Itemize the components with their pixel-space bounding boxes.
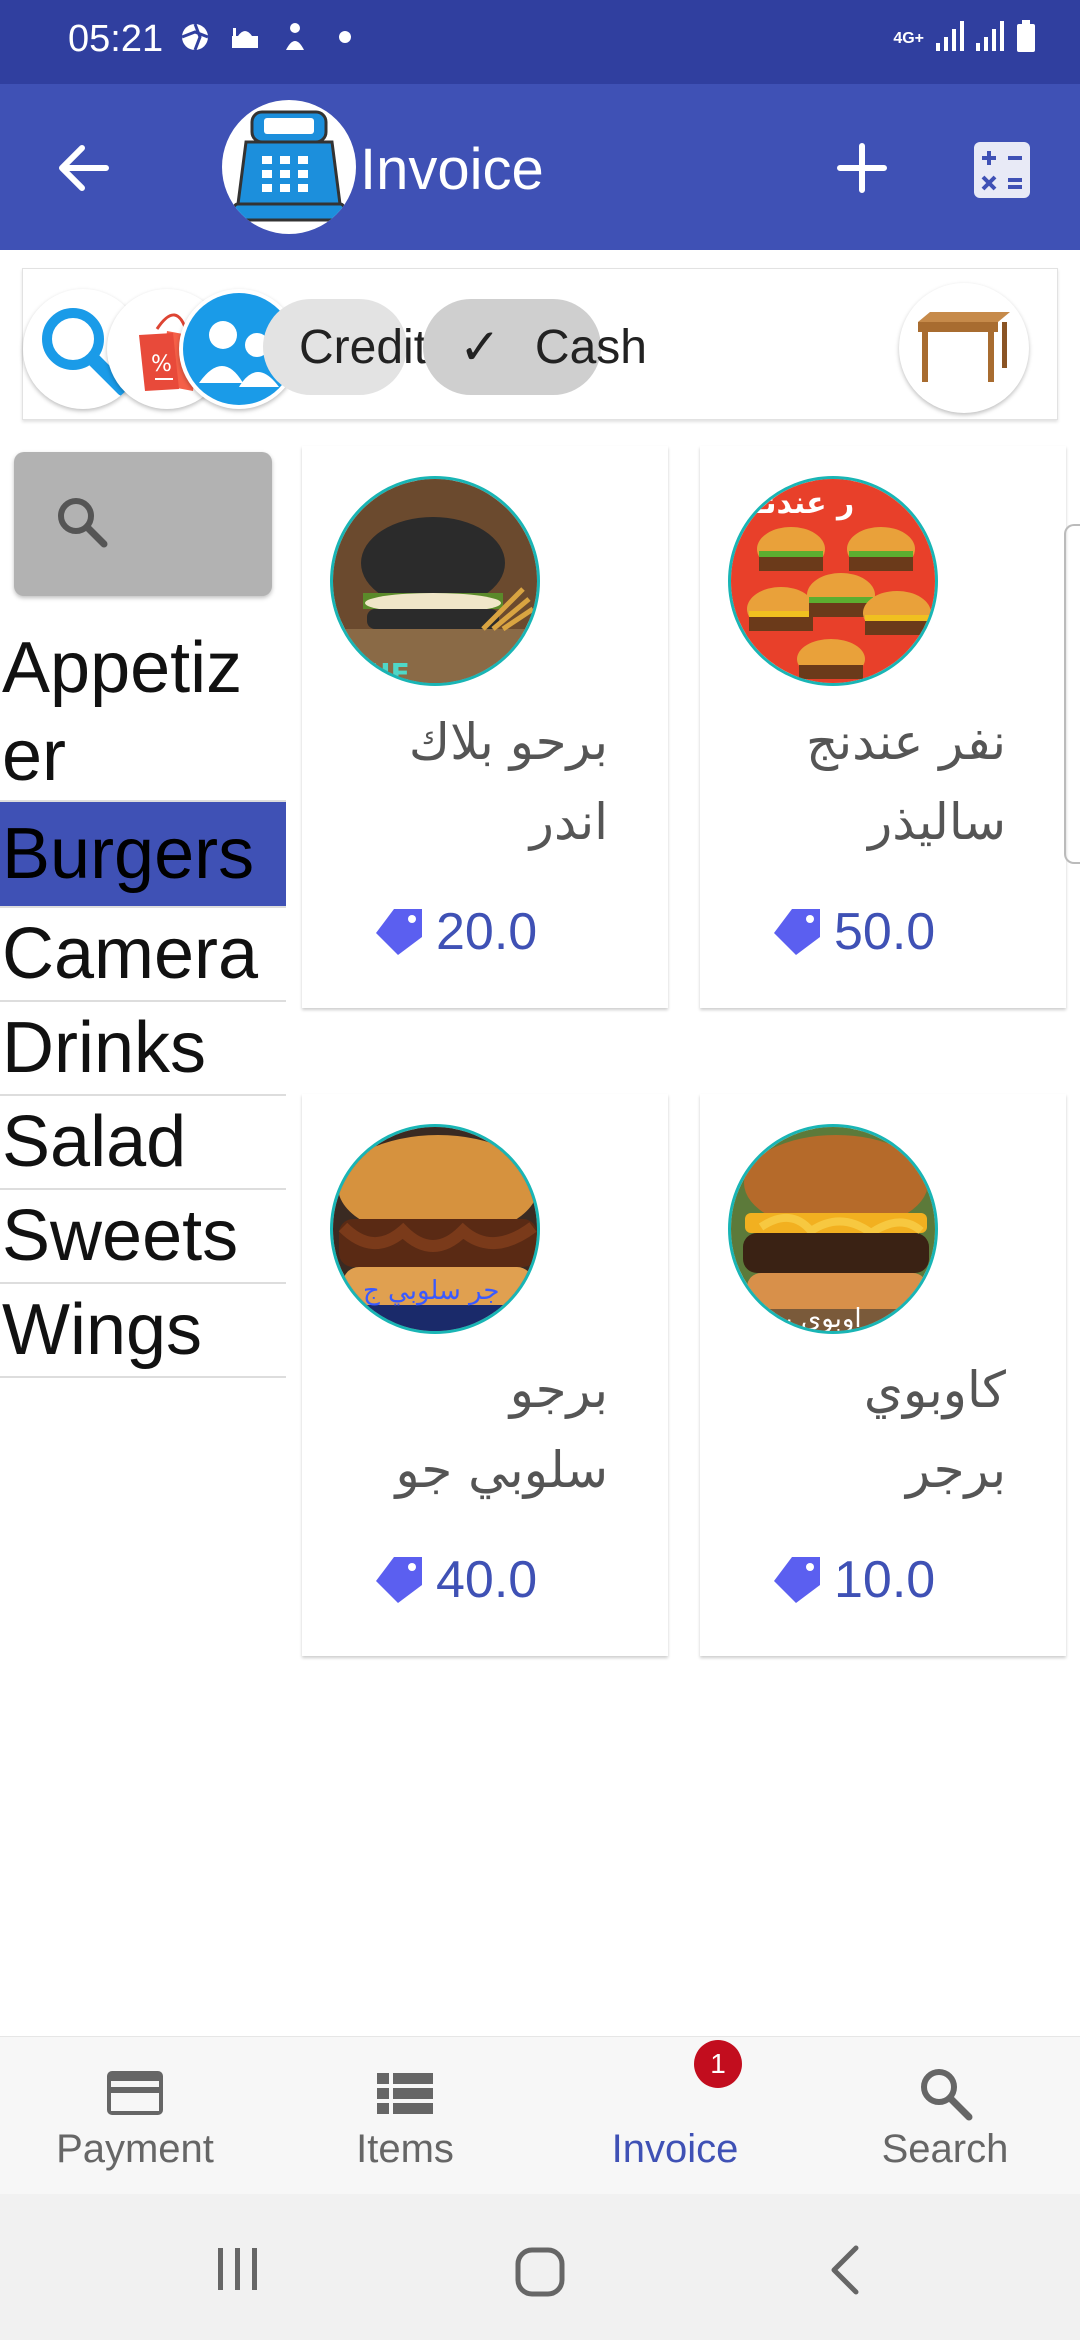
category-label-appetizer-line2: er bbox=[2, 716, 67, 796]
product-card[interactable]: ر عندنـ نفر عندنج ساليذر 50.0 bbox=[700, 446, 1066, 1008]
add-button[interactable] bbox=[830, 136, 894, 200]
product-name-line1: برجو bbox=[509, 1361, 608, 1419]
product-name-line2: سلوبي جو bbox=[395, 1441, 609, 1499]
status-bar: 05:21 4G+ bbox=[0, 0, 1080, 84]
signal-icon bbox=[936, 21, 964, 56]
product-card[interactable]: LUE برحو بلاك اندر 20.0 bbox=[302, 446, 668, 1008]
arrow-left-icon bbox=[59, 145, 109, 191]
nav-payment[interactable]: Payment bbox=[0, 2037, 270, 2195]
nav-invoice[interactable]: Invoice bbox=[540, 2037, 810, 2195]
recent-apps-icon[interactable] bbox=[214, 2246, 262, 2292]
product-name-line1: برحو بلاك bbox=[408, 713, 608, 771]
price-tag-icon bbox=[376, 909, 422, 955]
cash-register-icon bbox=[223, 101, 355, 233]
app-logo bbox=[222, 100, 356, 234]
product-name-line1: كاوبوي bbox=[863, 1361, 1006, 1419]
invoice-badge: 1 bbox=[694, 2040, 742, 2088]
network-label: 4G+ bbox=[893, 29, 924, 47]
app-bar: Invoice bbox=[0, 84, 1080, 250]
product-image: ر عندنـ bbox=[728, 476, 938, 686]
table-icon bbox=[918, 312, 1010, 382]
nav-payment-label: Payment bbox=[56, 2127, 214, 2171]
category-item-wings[interactable]: Wings bbox=[0, 1284, 286, 1378]
product-image-overlay: اوبوي بر bbox=[769, 1304, 862, 1334]
price-tag-icon bbox=[774, 909, 820, 955]
product-image-overlay: ر عندنـ bbox=[754, 486, 854, 521]
signal-icon-2 bbox=[976, 21, 1004, 56]
cash-chip-label: Cash bbox=[534, 320, 647, 374]
product-price-value: 20.0 bbox=[436, 903, 538, 961]
product-name: نفر عندنج ساليذر bbox=[746, 702, 1006, 862]
home-icon[interactable] bbox=[514, 2246, 566, 2298]
back-button[interactable] bbox=[52, 136, 116, 200]
category-item-drinks[interactable]: Drinks bbox=[0, 1002, 286, 1096]
category-list: Appetiz er Burgers Camera Drinks Salad S… bbox=[0, 624, 286, 1378]
product-name-line2: ساليذر bbox=[868, 793, 1006, 851]
svg-text:%: % bbox=[151, 352, 172, 377]
search-icon bbox=[58, 498, 108, 548]
calculator-icon bbox=[974, 142, 1030, 198]
nav-items-label: Items bbox=[356, 2127, 454, 2171]
price-tag-icon bbox=[774, 1557, 820, 1603]
cash-chip[interactable]: ✓ Cash bbox=[423, 299, 647, 395]
category-item-appetizer[interactable]: Appetiz er bbox=[0, 624, 286, 802]
bottom-nav: Payment Items Invoice Search bbox=[0, 2036, 1080, 2194]
product-image-overlay: جر سلوبي ج bbox=[363, 1276, 499, 1306]
product-name-line2: اندر bbox=[529, 793, 608, 851]
credit-card-icon bbox=[107, 2071, 163, 2115]
product-price: 40.0 bbox=[372, 1550, 537, 1610]
calculator-button[interactable] bbox=[972, 140, 1032, 200]
product-image-overlay: LUE bbox=[351, 657, 410, 686]
category-item-burgers[interactable]: Burgers bbox=[0, 802, 286, 908]
nav-search[interactable]: Search bbox=[810, 2037, 1080, 2195]
status-icons-left bbox=[180, 22, 360, 52]
mosque-icon bbox=[230, 22, 260, 52]
category-label-appetizer-line1: Appetiz bbox=[2, 628, 243, 708]
nav-items[interactable]: Items bbox=[270, 2037, 540, 2195]
product-image: جر سلوبي ج bbox=[330, 1124, 540, 1334]
product-name: برحو بلاك اندر bbox=[348, 702, 608, 862]
category-item-sweets[interactable]: Sweets bbox=[0, 1190, 286, 1284]
nav-search-label: Search bbox=[881, 2127, 1009, 2171]
product-price-value: 50.0 bbox=[834, 903, 936, 961]
product-price-value: 40.0 bbox=[436, 1551, 538, 1609]
product-name: برجو سلوبي جو bbox=[348, 1350, 609, 1510]
dot-icon bbox=[330, 22, 360, 52]
check-icon: ✓ bbox=[459, 319, 501, 375]
plus-icon bbox=[837, 143, 887, 193]
nav-invoice-label: Invoice bbox=[611, 2127, 739, 2171]
filter-row: % Credit ✓ Cash bbox=[22, 268, 1058, 420]
product-card[interactable]: جر سلوبي ج برجو سلوبي جو 40.0 bbox=[302, 1094, 668, 1656]
category-item-salad[interactable]: Salad bbox=[0, 1096, 286, 1190]
app-title: Invoice bbox=[360, 137, 544, 202]
product-price: 50.0 bbox=[770, 902, 935, 962]
back-nav-icon[interactable] bbox=[826, 2244, 866, 2296]
product-name-line2: برجر bbox=[906, 1441, 1006, 1499]
product-price: 20.0 bbox=[372, 902, 537, 962]
search-icon bbox=[921, 2069, 973, 2121]
list-icon bbox=[377, 2073, 433, 2114]
category-search-button[interactable] bbox=[14, 452, 272, 596]
status-icons-right: 4G+ bbox=[893, 20, 1036, 57]
product-card[interactable]: اوبوي بر كاوبوي برجر 10.0 bbox=[700, 1094, 1066, 1656]
product-price: 10.0 bbox=[770, 1550, 935, 1610]
credit-chip-label: Credit bbox=[299, 320, 428, 374]
product-name: كاوبوي برجر bbox=[746, 1350, 1006, 1510]
scroll-indicator[interactable] bbox=[1064, 524, 1080, 864]
product-image: اوبوي بر bbox=[728, 1124, 938, 1334]
figure-icon bbox=[280, 22, 310, 52]
product-name-line1: نفر عندنج bbox=[805, 713, 1006, 771]
battery-icon bbox=[1016, 20, 1036, 57]
product-image: LUE bbox=[330, 476, 540, 686]
category-item-camera[interactable]: Camera bbox=[0, 908, 286, 1002]
table-button[interactable] bbox=[899, 283, 1029, 413]
product-price-value: 10.0 bbox=[834, 1551, 936, 1609]
price-tag-icon bbox=[376, 1557, 422, 1603]
system-nav-bar bbox=[0, 2194, 1080, 2340]
aperture-icon bbox=[180, 22, 210, 52]
credit-chip[interactable]: Credit bbox=[263, 299, 427, 395]
status-time: 05:21 bbox=[68, 18, 164, 60]
